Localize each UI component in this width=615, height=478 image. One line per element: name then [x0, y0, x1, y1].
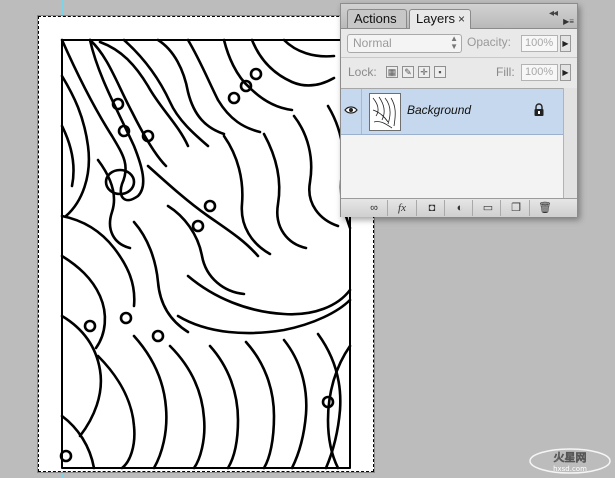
blend-opacity-row: Normal ▲ ▼ Opacity: 100% ▶ — [341, 30, 577, 57]
eye-icon — [344, 106, 358, 114]
tab-actions[interactable]: Actions — [347, 9, 407, 28]
layer-lock-icon — [534, 103, 544, 116]
lock-image-pixels-icon[interactable]: ✎ — [402, 66, 414, 78]
blend-mode-select[interactable]: Normal ▲ ▼ — [347, 34, 462, 53]
trash-icon[interactable]: 🗑 — [537, 201, 553, 215]
adjustment-layer-icon[interactable]: ◐ — [452, 201, 468, 215]
link-layers-icon[interactable]: ∞ — [366, 201, 382, 215]
layer-row-background[interactable]: Background — [341, 89, 563, 135]
fill-label: Fill: — [496, 65, 515, 79]
group-folder-icon[interactable]: ▭ — [480, 201, 496, 215]
divider — [529, 200, 530, 216]
tab-layers[interactable]: Layers × — [409, 9, 471, 29]
divider — [472, 200, 473, 216]
panel-menu-icon[interactable]: ▶≡ — [563, 17, 574, 26]
document-canvas[interactable] — [38, 16, 374, 472]
selection-marquee — [38, 16, 374, 472]
divider — [416, 200, 417, 216]
layers-panel: Actions Layers × ◂◂ ▶≡ Normal ▲ ▼ Opacity… — [340, 3, 578, 217]
fill-field[interactable]: 100% — [521, 64, 558, 81]
thumbnail-doodle — [372, 96, 396, 129]
new-layer-icon[interactable]: ❐ — [508, 201, 524, 215]
layer-style-fx-icon[interactable]: fx — [394, 201, 410, 215]
lock-position-icon[interactable]: ✛ — [418, 66, 430, 78]
lock-all-icon[interactable]: ▪ — [434, 66, 446, 78]
divider — [341, 57, 577, 58]
svg-text:hxsd.com: hxsd.com — [553, 465, 587, 473]
lock-label: Lock: — [348, 65, 377, 79]
layers-scrollbar[interactable] — [563, 88, 577, 198]
opacity-slider-arrow-icon[interactable]: ▶ — [560, 35, 571, 52]
site-watermark-logo: 火星网 hxsd.com — [529, 448, 611, 474]
layer-mask-icon[interactable]: ◘ — [424, 201, 440, 215]
panel-tab-bar: Actions Layers × ◂◂ ▶≡ — [341, 4, 577, 29]
layer-name[interactable]: Background — [407, 103, 471, 117]
layer-thumbnail — [369, 93, 401, 131]
layers-list: Background — [341, 88, 563, 199]
close-icon[interactable]: × — [458, 10, 465, 28]
divider — [387, 200, 388, 216]
opacity-label: Opacity: — [467, 35, 512, 49]
divider — [500, 200, 501, 216]
panel-bottom-bar: ∞ fx ◘ ◐ ▭ ❐ 🗑 — [341, 198, 577, 217]
visibility-toggle[interactable] — [341, 89, 362, 134]
svg-text:火星网: 火星网 — [554, 451, 587, 464]
opacity-field[interactable]: 100% — [521, 35, 558, 52]
fill-slider-arrow-icon[interactable]: ▶ — [560, 64, 571, 81]
collapse-panel-icon[interactable]: ◂◂ — [549, 8, 558, 19]
divider — [444, 200, 445, 216]
stepper-arrows-icon: ▲ ▼ — [450, 34, 458, 51]
lock-transparent-pixels-icon[interactable]: ▦ — [386, 66, 398, 78]
